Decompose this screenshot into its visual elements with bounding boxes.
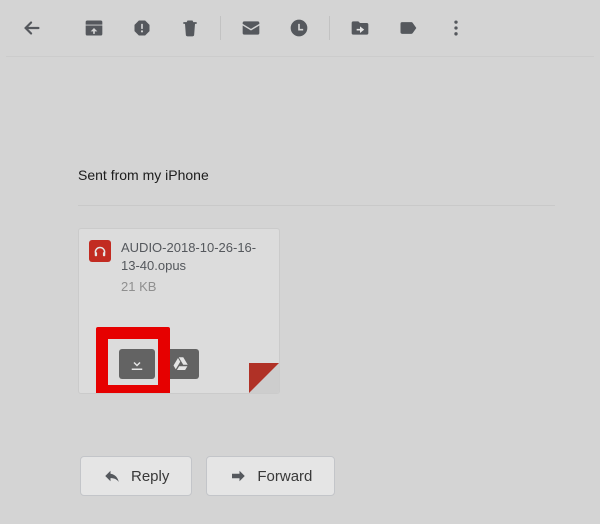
labels-button[interactable] [388, 8, 428, 48]
snooze-button[interactable] [279, 8, 319, 48]
download-icon [128, 355, 146, 373]
forward-label: Forward [257, 468, 312, 485]
attachment-card[interactable]: AUDIO-2018-10-26-16-13-40.opus 21 KB [78, 228, 280, 394]
label-icon [398, 18, 418, 38]
mark-unread-button[interactable] [231, 8, 271, 48]
toolbar-separator [329, 16, 330, 40]
forward-icon [229, 467, 247, 485]
attachments-divider [78, 205, 555, 206]
more-vertical-icon [446, 18, 466, 38]
toolbar [0, 0, 600, 56]
mail-icon [241, 18, 261, 38]
attachment-size: 21 KB [121, 278, 269, 296]
arrow-left-icon [21, 17, 43, 39]
email-body-text: Sent from my iPhone [78, 167, 555, 183]
email-content: Sent from my iPhone AUDIO-2018-10-26-16-… [0, 57, 600, 496]
reply-icon [103, 467, 121, 485]
report-spam-icon [132, 18, 152, 38]
attachment-text: AUDIO-2018-10-26-16-13-40.opus 21 KB [121, 239, 269, 296]
report-spam-button[interactable] [122, 8, 162, 48]
reply-forward-row: Reply Forward [80, 456, 555, 496]
archive-button[interactable] [74, 8, 114, 48]
reply-button[interactable]: Reply [80, 456, 192, 496]
reply-label: Reply [131, 468, 169, 485]
attachment-filename: AUDIO-2018-10-26-16-13-40.opus [121, 239, 269, 274]
move-to-button[interactable] [340, 8, 380, 48]
download-attachment-button[interactable] [119, 349, 155, 379]
save-to-drive-button[interactable] [163, 349, 199, 379]
drive-icon [172, 355, 190, 373]
more-button[interactable] [436, 8, 476, 48]
archive-icon [84, 18, 104, 38]
trash-icon [180, 18, 200, 38]
back-button[interactable] [12, 8, 52, 48]
folder-move-icon [350, 18, 370, 38]
page-curl-icon [249, 363, 279, 393]
delete-button[interactable] [170, 8, 210, 48]
forward-button[interactable]: Forward [206, 456, 335, 496]
audio-file-icon [89, 240, 111, 262]
attachment-header: AUDIO-2018-10-26-16-13-40.opus 21 KB [79, 229, 279, 300]
toolbar-separator [220, 16, 221, 40]
clock-icon [289, 18, 309, 38]
attachment-actions [119, 349, 199, 379]
